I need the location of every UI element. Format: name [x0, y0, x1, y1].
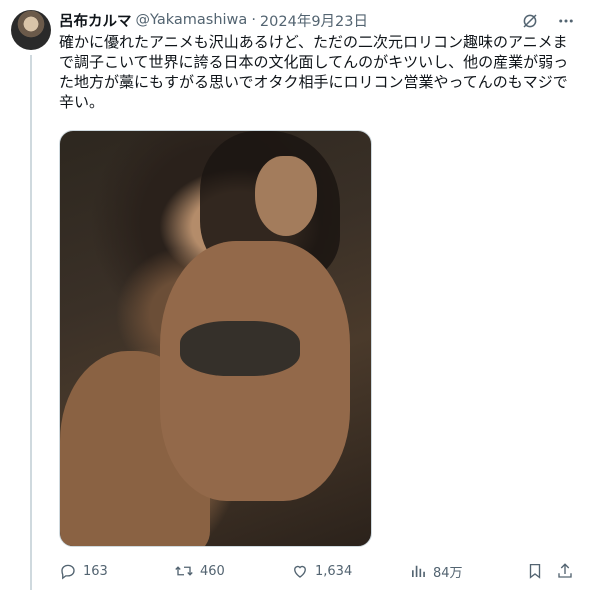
tweet-card: 呂布カルマ @Yakamashiwa · 2024年9月23日 確かに優れたアニ…: [0, 0, 589, 590]
like-button[interactable]: 1,634: [291, 562, 352, 580]
view-count: 84万: [433, 565, 463, 581]
tweet-header: 呂布カルマ @Yakamashiwa · 2024年9月23日: [59, 10, 368, 30]
reply-button[interactable]: 163: [59, 562, 108, 580]
separator: ·: [251, 12, 256, 28]
views-button[interactable]: 84万: [409, 562, 463, 581]
retweet-button[interactable]: 460: [174, 562, 225, 580]
user-handle[interactable]: @Yakamashiwa: [136, 12, 248, 28]
retweet-icon: [175, 566, 193, 576]
thread-line: [30, 55, 32, 590]
retweet-count: 460: [200, 563, 225, 579]
reply-count: 163: [83, 563, 108, 579]
avatar[interactable]: [11, 10, 51, 50]
heart-icon: [294, 565, 306, 578]
share-icon: [558, 563, 572, 578]
views-icon: [412, 565, 425, 577]
photo-shape: [255, 156, 317, 236]
display-name[interactable]: 呂布カルマ: [59, 10, 132, 31]
header-actions: [519, 10, 577, 32]
share-button[interactable]: [556, 562, 574, 580]
tweet-date[interactable]: 2024年9月23日: [260, 10, 368, 31]
more-icon[interactable]: [555, 10, 577, 32]
tweet-actions: 163 460 1,634 84万: [59, 560, 579, 582]
photo-shape: [180, 321, 300, 376]
grok-icon[interactable]: [519, 10, 541, 32]
like-count: 1,634: [315, 563, 353, 579]
bookmark-icon: [529, 563, 541, 579]
reply-icon: [61, 564, 75, 580]
tweet-photo[interactable]: [59, 130, 372, 547]
bookmark-button[interactable]: [526, 562, 544, 580]
tweet-text: 確かに優れたアニメも沢山あるけど、ただの二次元ロリコン趣味のアニメまで調子こいて…: [59, 33, 569, 111]
